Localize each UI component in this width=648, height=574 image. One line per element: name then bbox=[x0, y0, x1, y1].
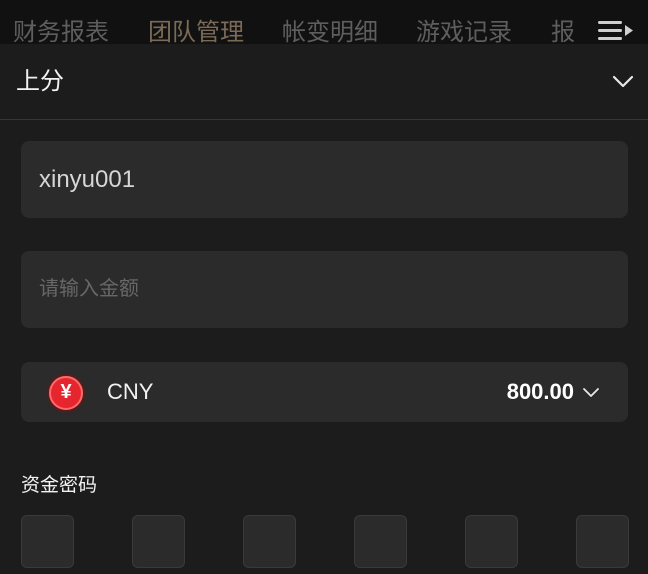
sheet-title: 上分 bbox=[16, 68, 64, 95]
currency-selector[interactable]: ¥ CNY 800.00 bbox=[21, 362, 628, 422]
sheet-header: 上分 bbox=[0, 44, 648, 120]
fund-password-label: 资金密码 bbox=[21, 475, 98, 496]
username-input[interactable] bbox=[39, 141, 599, 218]
password-digit-box[interactable] bbox=[243, 515, 296, 568]
password-digit-box[interactable] bbox=[21, 515, 74, 568]
password-digit-box[interactable] bbox=[354, 515, 407, 568]
currency-balance: 800.00 bbox=[506, 379, 574, 404]
password-digit-box[interactable] bbox=[576, 515, 629, 568]
top-nav: 财务报表 团队管理 帐变明细 游戏记录 报 bbox=[0, 0, 648, 44]
yuan-coin-icon: ¥ bbox=[49, 376, 83, 410]
username-field bbox=[21, 141, 628, 218]
tab-reports[interactable]: 报 bbox=[551, 16, 575, 44]
currency-code: CNY bbox=[107, 379, 154, 404]
chevron-down-icon bbox=[583, 388, 599, 397]
tab-team-management[interactable]: 团队管理 bbox=[148, 16, 244, 44]
password-digit-box[interactable] bbox=[132, 515, 185, 568]
password-digit-box[interactable] bbox=[465, 515, 518, 568]
chevron-down-icon[interactable] bbox=[612, 70, 634, 92]
amount-field bbox=[21, 251, 628, 328]
amount-input[interactable] bbox=[39, 251, 599, 328]
tab-account-changes[interactable]: 帐变明细 bbox=[282, 16, 378, 44]
top-up-sheet: 上分 ¥ CNY 800.00 资金密码 bbox=[0, 44, 648, 574]
tab-financial-report[interactable]: 财务报表 bbox=[13, 16, 109, 44]
tab-game-records[interactable]: 游戏记录 bbox=[416, 16, 512, 44]
menu-arrow-icon[interactable] bbox=[598, 18, 636, 44]
